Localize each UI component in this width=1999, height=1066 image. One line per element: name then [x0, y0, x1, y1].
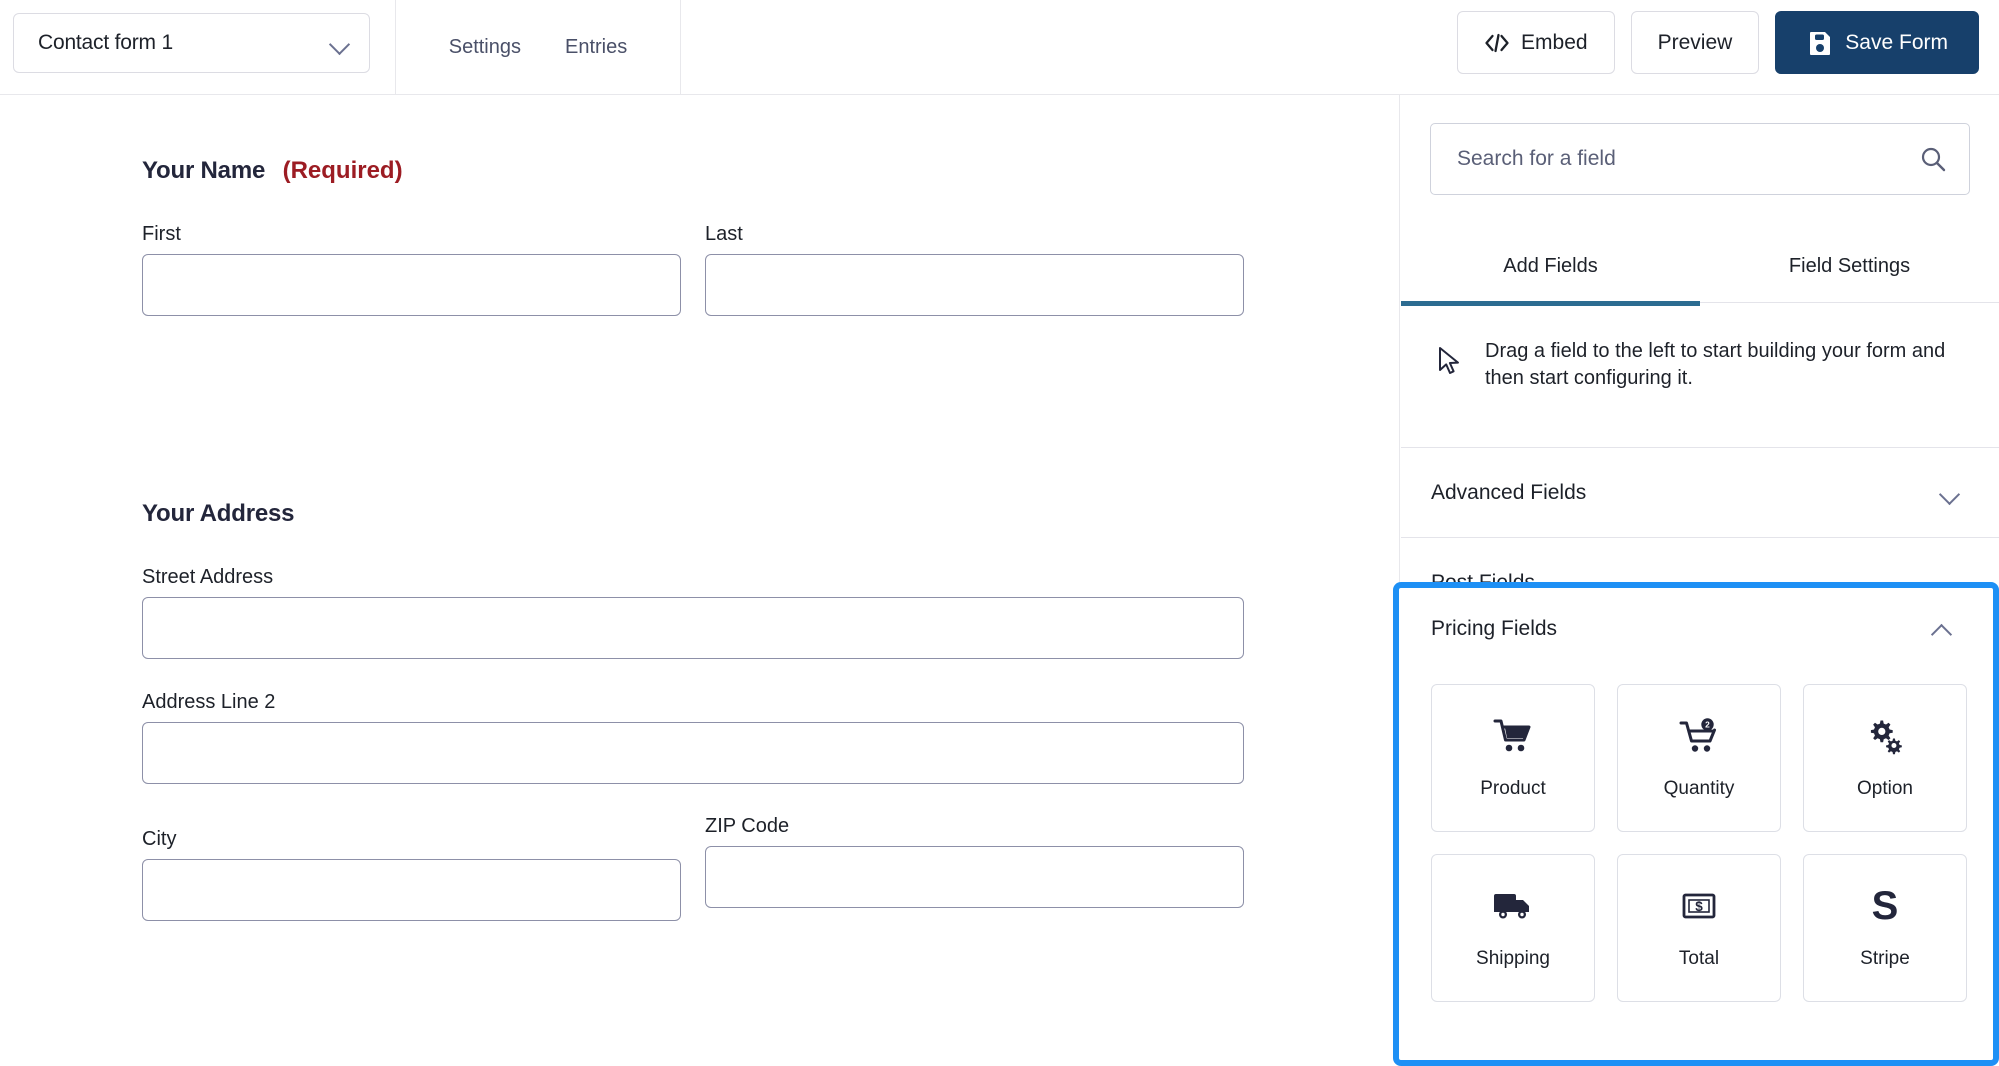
pricing-fields-section[interactable]: Pricing Fields Product 2: [1393, 582, 1999, 1066]
chevron-down-icon[interactable]: [1939, 482, 1961, 504]
code-brackets-icon: [1484, 33, 1510, 53]
nav-tab-entries[interactable]: Entries: [565, 36, 627, 59]
save-form-button[interactable]: Save Form: [1775, 11, 1979, 74]
tab-add-fields-label: Add Fields: [1503, 255, 1598, 278]
street-address-label: Street Address: [142, 566, 1244, 589]
nav-tab-settings[interactable]: Settings: [449, 36, 521, 59]
last-name-input[interactable]: [705, 254, 1244, 316]
address-group-title-row: Your Address: [142, 500, 1244, 528]
preview-button-label: Preview: [1658, 31, 1733, 55]
tab-field-settings-label: Field Settings: [1789, 255, 1910, 278]
mouse-pointer-icon: [1437, 346, 1463, 376]
accordion-advanced-fields-header[interactable]: Advanced Fields: [1401, 448, 1999, 538]
address-line-2-field: Address Line 2: [142, 691, 1244, 784]
dollar-bill-icon: $: [1681, 886, 1717, 926]
chevron-down-icon: [329, 32, 351, 54]
field-tile-quantity-label: Quantity: [1664, 778, 1735, 800]
field-tile-stripe-label: Stripe: [1860, 948, 1910, 970]
field-tile-quantity[interactable]: 2 Quantity: [1617, 684, 1781, 832]
app-header: Contact form 1 Settings Entries Embed Pr…: [0, 0, 1999, 95]
save-form-button-label: Save Form: [1845, 31, 1948, 55]
field-tile-stripe[interactable]: S Stripe: [1803, 854, 1967, 1002]
first-name-field: First: [142, 223, 681, 316]
address-line-2-input[interactable]: [142, 722, 1244, 784]
city-zip-row: City ZIP Code: [142, 815, 1244, 921]
floppy-disk-save-icon: [1806, 29, 1834, 57]
field-tile-shipping[interactable]: Shipping: [1431, 854, 1595, 1002]
street-address-field: Street Address: [142, 566, 1244, 659]
city-input[interactable]: [142, 859, 681, 921]
svg-text:2: 2: [1705, 719, 1710, 729]
zip-code-label: ZIP Code: [705, 815, 1244, 838]
tab-add-fields[interactable]: Add Fields: [1401, 231, 1700, 302]
street-address-input[interactable]: [142, 597, 1244, 659]
pricing-fields-tiles: Product 2 Quantity: [1399, 670, 1993, 1002]
pricing-fields-header[interactable]: Pricing Fields: [1399, 588, 1993, 670]
accordion-advanced-fields-title: Advanced Fields: [1431, 481, 1939, 505]
shopping-cart-icon: [1493, 716, 1533, 756]
name-fields-row: First Last: [142, 223, 1244, 316]
header-actions: Embed Preview Save Form: [1457, 11, 1979, 74]
city-field: City: [142, 828, 681, 921]
pricing-fields-title: Pricing Fields: [1431, 617, 1931, 641]
form-selector-dropdown[interactable]: Contact form 1: [13, 13, 370, 73]
field-group-your-name[interactable]: Your Name (Required) First Last: [142, 157, 1244, 316]
delivery-truck-icon: [1492, 886, 1534, 926]
header-nav-tabs: Settings Entries: [396, 0, 680, 94]
header-divider-right: [680, 0, 681, 95]
field-tile-option-label: Option: [1857, 778, 1913, 800]
drag-hint: Drag a field to the left to start buildi…: [1401, 313, 1999, 416]
first-name-input[interactable]: [142, 254, 681, 316]
gears-icon: [1865, 716, 1905, 756]
search-icon[interactable]: [1919, 145, 1947, 173]
field-tile-option[interactable]: Option: [1803, 684, 1967, 832]
embed-button[interactable]: Embed: [1457, 11, 1615, 74]
field-group-title-row: Your Name (Required): [142, 157, 1244, 185]
tab-field-settings[interactable]: Field Settings: [1700, 231, 1999, 302]
form-preview-canvas: Your Name (Required) First Last Your Add…: [0, 95, 1400, 1066]
stripe-s-icon: S: [1872, 886, 1899, 926]
search-field-wrapper[interactable]: [1430, 123, 1970, 195]
search-input[interactable]: [1457, 147, 1919, 171]
preview-button[interactable]: Preview: [1631, 11, 1760, 74]
cart-quantity-badge-icon: 2: [1679, 716, 1719, 756]
drag-hint-text: Drag a field to the left to start buildi…: [1485, 338, 1959, 391]
last-name-label: Last: [705, 223, 1244, 246]
field-tile-product[interactable]: Product: [1431, 684, 1595, 832]
field-tile-total-label: Total: [1679, 948, 1719, 970]
field-group-your-address[interactable]: Your Address Street Address Address Line…: [142, 500, 1244, 921]
field-tile-shipping-label: Shipping: [1476, 948, 1550, 970]
sidebar-tabbar: Add Fields Field Settings: [1401, 231, 1999, 303]
address-group-title: Your Address: [142, 500, 294, 527]
address-line-2-label: Address Line 2: [142, 691, 1244, 714]
last-name-field: Last: [705, 223, 1244, 316]
required-badge: (Required): [283, 157, 403, 184]
field-tile-product-label: Product: [1480, 778, 1545, 800]
accordion-advanced-fields[interactable]: Advanced Fields: [1401, 447, 1999, 538]
city-label: City: [142, 828, 681, 851]
first-name-label: First: [142, 223, 681, 246]
field-tile-total[interactable]: $ Total: [1617, 854, 1781, 1002]
embed-button-label: Embed: [1521, 31, 1588, 55]
zip-code-field: ZIP Code: [705, 815, 1244, 921]
svg-text:$: $: [1695, 899, 1703, 914]
form-selector-value: Contact form 1: [38, 31, 329, 55]
chevron-up-icon[interactable]: [1931, 618, 1953, 640]
zip-code-input[interactable]: [705, 846, 1244, 908]
page-title: Your Name: [142, 157, 265, 184]
